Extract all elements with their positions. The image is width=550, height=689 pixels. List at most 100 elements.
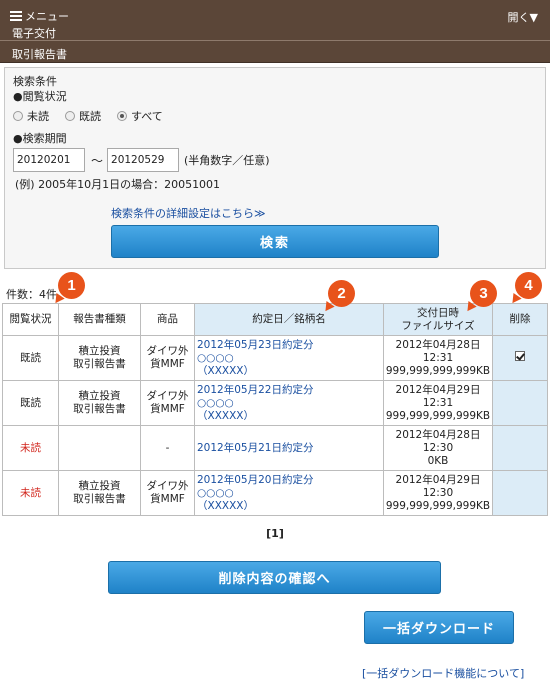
bulk-download-info-link[interactable]: [一括ダウンロード機能について] — [362, 665, 524, 681]
issue-code: （XXXXX） — [197, 499, 254, 512]
delivery-time: 12:31 — [422, 351, 454, 364]
menu-button[interactable]: メニュー — [10, 8, 69, 24]
radio-label: 既読 — [79, 110, 101, 123]
detail-settings-link[interactable]: 検索条件の詳細設定はこちら≫ — [111, 205, 266, 221]
report-type-line: 積立投資 — [78, 390, 121, 402]
callout-marker-4: 4 — [515, 272, 542, 299]
delete-cell — [492, 335, 548, 381]
product-line: ダイワ外 — [146, 345, 189, 357]
search-period-label: ●検索期間 — [13, 132, 67, 145]
product-cell: ダイワ外 貨MMF — [140, 470, 195, 516]
radio-label: すべて — [131, 110, 163, 123]
report-type-line: 取引報告書 — [73, 403, 126, 415]
result-count: 件数：4件 — [6, 288, 57, 301]
pagination-page-1[interactable]: [1] — [0, 527, 550, 540]
product-line: ダイワ外 — [146, 390, 189, 402]
product-line: 貨MMF — [150, 493, 185, 505]
file-size: 999,999,999,999KB — [385, 499, 491, 512]
radio-all[interactable]: すべて — [117, 108, 163, 124]
search-conditions-panel: 検索条件 ●閲覧状況 未読 既読 すべて ●検索期間 ～ (半角数字／任意) (… — [4, 67, 546, 269]
contract-date-link[interactable]: 2012年05月20日約定分 — [197, 474, 383, 487]
delivery-date: 2012年04月29日 — [395, 383, 481, 396]
product-line: 貨MMF — [150, 403, 185, 415]
report-type-line: 積立投資 — [78, 345, 121, 357]
contract-date-link[interactable]: 2012年05月23日約定分 — [197, 339, 383, 352]
report-type-cell: 積立投資 取引報告書 — [58, 335, 141, 381]
report-type-line: 積立投資 — [78, 480, 121, 492]
report-type-cell — [58, 425, 141, 471]
confirm-delete-button[interactable]: 削除内容の確認へ — [108, 561, 441, 594]
delivery-date: 2012年04月28日 — [395, 428, 481, 441]
header-report-type: 報告書種類 — [58, 303, 141, 336]
radio-circle-icon — [13, 111, 23, 121]
table-row: 既読 積立投資 取引報告書 ダイワ外 貨MMF 2012年05月22日約定分 ○○○… — [2, 380, 548, 426]
delivery-time: 12:31 — [422, 396, 454, 409]
period-note: (半角数字／任意) — [184, 154, 270, 167]
callout-marker-1: 1 — [58, 272, 85, 299]
header-status: 閲覧状況 — [2, 303, 59, 336]
delivery-date: 2012年04月29日 — [395, 473, 481, 486]
search-button[interactable]: 検索 — [111, 225, 439, 258]
product-cell: - — [140, 425, 195, 471]
period-to-input[interactable] — [107, 148, 180, 172]
page-subtitle: 取引報告書 — [0, 40, 550, 67]
table-row: 既読 積立投資 取引報告書 ダイワ外 貨MMF 2012年05月23日約定分 ○○○… — [2, 335, 548, 381]
date-name-cell[interactable]: 2012年05月22日約定分 ○○○○ （XXXXX） — [194, 380, 384, 426]
product-line: ダイワ外 — [146, 480, 189, 492]
radio-label: 未読 — [27, 110, 49, 123]
delivery-cell: 2012年04月28日 12:30 0KB — [383, 425, 493, 471]
product-cell: ダイワ外 貨MMF — [140, 335, 195, 381]
period-separator: ～ — [91, 153, 104, 168]
file-size: 0KB — [427, 454, 449, 467]
period-from-input[interactable] — [13, 148, 85, 172]
status-cell: 未読 — [2, 470, 59, 516]
delivery-date: 2012年04月28日 — [395, 338, 481, 351]
status-cell: 既読 — [2, 335, 59, 381]
header-file-size: ファイルサイズ — [401, 319, 475, 332]
issue-name: ○○○○ — [197, 486, 234, 499]
delete-cell — [492, 380, 548, 426]
search-conditions-title: 検索条件 — [13, 75, 57, 88]
radio-read[interactable]: 既読 — [65, 108, 101, 124]
header-date-name: 約定日／銘柄名 — [194, 303, 384, 336]
product-line: - — [165, 441, 170, 454]
page-title: 電子交付 — [12, 27, 56, 40]
issue-code: （XXXXX） — [197, 409, 254, 422]
table-row: 未読 - 2012年05月21日約定分 2012年04月28日 12:30 0KB — [2, 425, 548, 471]
report-type-cell: 積立投資 取引報告書 — [58, 380, 141, 426]
contract-date-link[interactable]: 2012年05月22日約定分 — [197, 384, 383, 397]
delivery-time: 12:30 — [422, 441, 454, 454]
delete-cell — [492, 470, 548, 516]
delivery-cell: 2012年04月28日 12:31 999,999,999,999KB — [383, 335, 493, 381]
read-status-radio-group: 未読 既読 すべて — [13, 108, 179, 124]
table-row: 未読 積立投資 取引報告書 ダイワ外 貨MMF 2012年05月20日約定分 ○○○… — [2, 470, 548, 516]
delete-cell — [492, 425, 548, 471]
radio-unread[interactable]: 未読 — [13, 108, 49, 124]
date-name-cell[interactable]: 2012年05月20日約定分 ○○○○ （XXXXX） — [194, 470, 384, 516]
callout-marker-2: 2 — [328, 280, 355, 307]
search-period-row: ～ (半角数字／任意) — [13, 148, 270, 172]
issue-code: （XXXXX） — [197, 364, 254, 377]
contract-date-link[interactable]: 2012年05月21日約定分 — [197, 442, 383, 455]
status-cell: 既読 — [2, 380, 59, 426]
product-cell: ダイワ外 貨MMF — [140, 380, 195, 426]
read-status-label: ●閲覧状況 — [13, 90, 67, 103]
date-name-cell[interactable]: 2012年05月21日約定分 — [194, 425, 384, 471]
bulk-download-button[interactable]: 一括ダウンロード — [364, 611, 514, 644]
report-type-line: 取引報告書 — [73, 358, 126, 370]
header-delivery: 交付日時 ファイルサイズ — [383, 303, 493, 336]
open-toggle[interactable]: 開く▼ — [508, 9, 538, 25]
period-example: (例) 2005年10月1日の場合：20051001 — [15, 178, 221, 191]
report-type-cell: 積立投資 取引報告書 — [58, 470, 141, 516]
header-product: 商品 — [140, 303, 195, 336]
callout-marker-3: 3 — [470, 280, 497, 307]
issue-name: ○○○○ — [197, 351, 234, 364]
delete-checkbox[interactable] — [515, 351, 525, 361]
header-delivery-date: 交付日時 — [417, 306, 459, 319]
hamburger-icon — [10, 11, 22, 21]
report-type-line: 取引報告書 — [73, 493, 126, 505]
date-name-cell[interactable]: 2012年05月23日約定分 ○○○○ （XXXXX） — [194, 335, 384, 381]
delivery-time: 12:30 — [422, 486, 454, 499]
delivery-cell: 2012年04月29日 12:30 999,999,999,999KB — [383, 470, 493, 516]
results-table: 閲覧状況 報告書種類 商品 約定日／銘柄名 交付日時 ファイルサイズ 削除 既読… — [2, 303, 548, 516]
